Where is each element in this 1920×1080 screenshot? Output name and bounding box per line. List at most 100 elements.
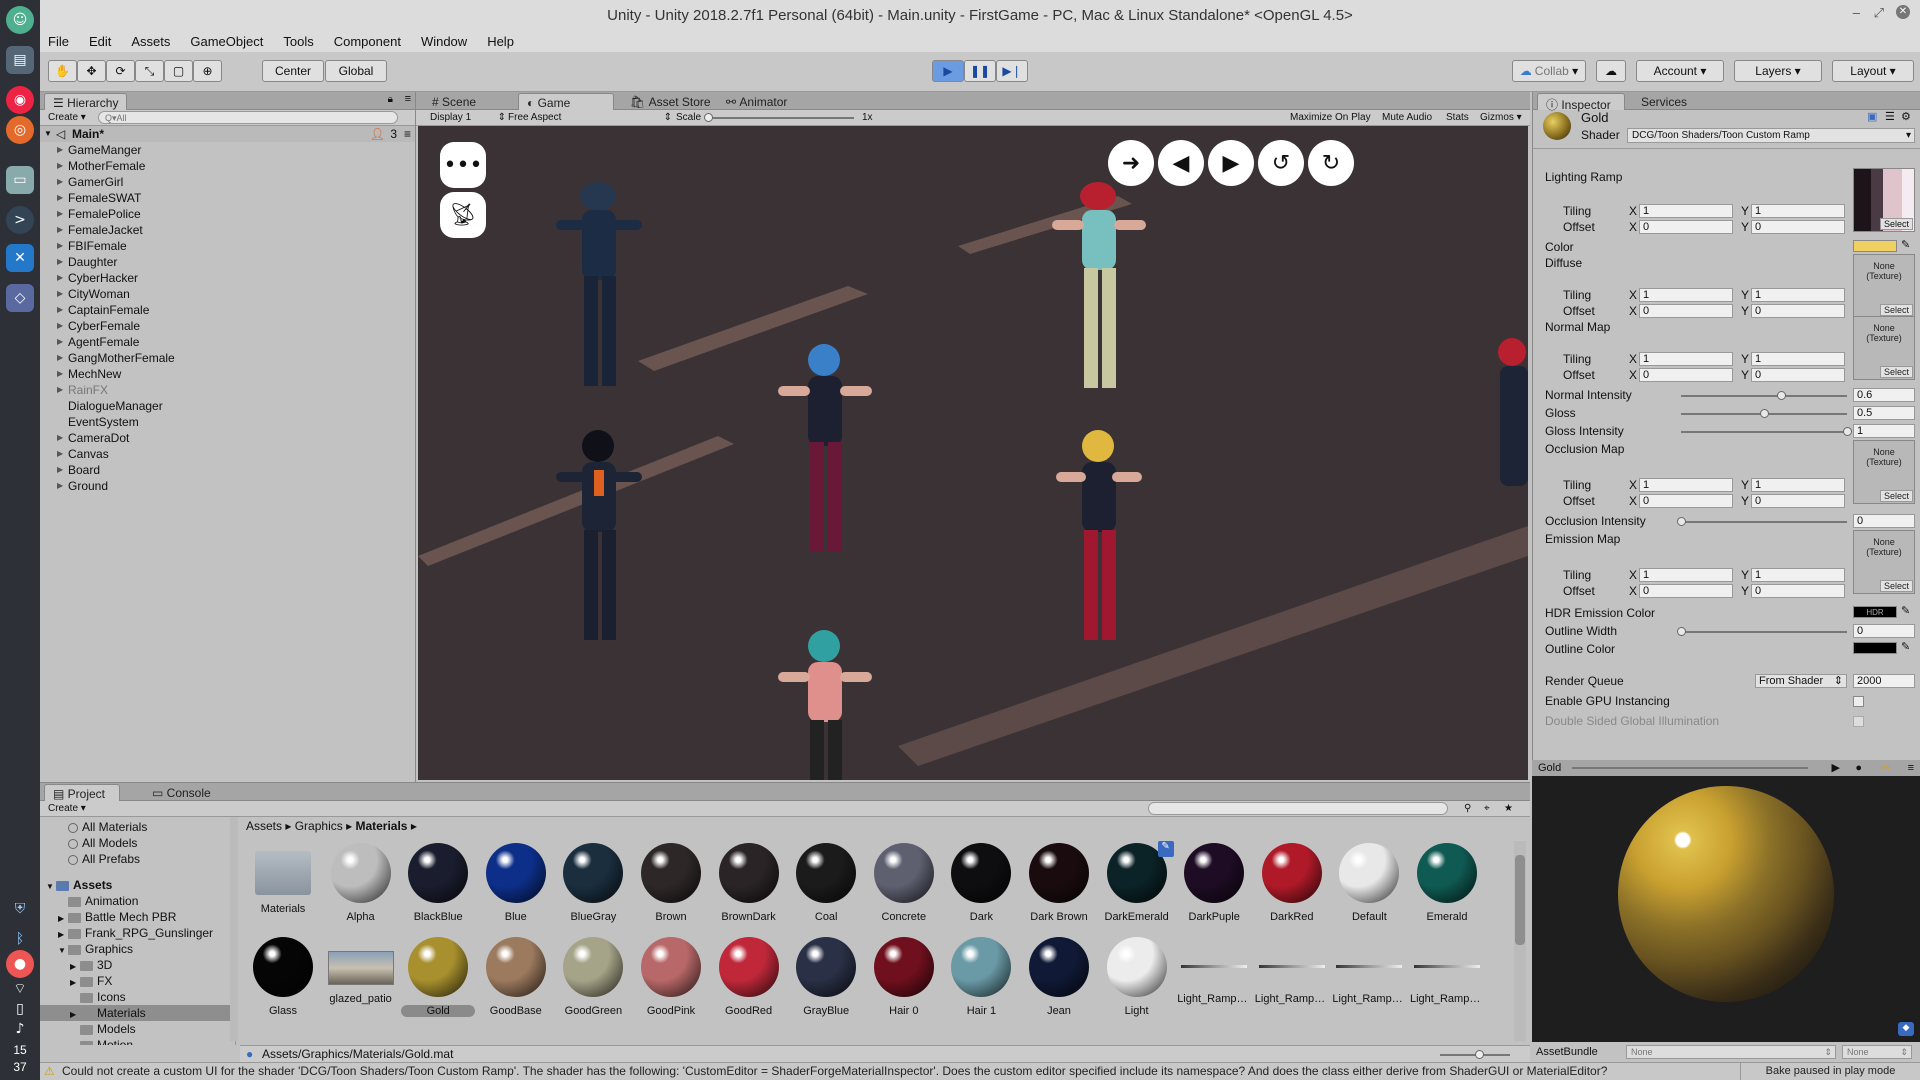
render-queue-value[interactable]: 2000 [1853, 674, 1915, 688]
panel-menu-icon[interactable]: ≡ [405, 93, 411, 105]
asset-item[interactable]: Hair 0 [867, 933, 941, 1029]
rotate-tool-icon[interactable]: ⟳ [106, 60, 135, 82]
character-blue-hair[interactable] [768, 336, 888, 579]
hierarchy-item[interactable]: ▶ Daughter [40, 254, 415, 270]
status-bar[interactable]: ⚠ Could not create a custom UI for the s… [40, 1062, 1920, 1080]
asset-item[interactable]: Dark Brown [1022, 839, 1096, 935]
expand-arrow-icon[interactable]: ▶ [57, 478, 63, 494]
favorite-item[interactable]: All Models [68, 835, 235, 851]
offset-y-field[interactable]: 0 [1751, 584, 1845, 598]
folder-tree-item[interactable]: Motion [40, 1037, 235, 1045]
texture-select-button[interactable]: Select [1879, 304, 1913, 316]
render-queue-dropdown[interactable]: From Shader ⇕ [1755, 674, 1847, 688]
gloss-value[interactable]: 0.5 [1853, 406, 1915, 420]
game-viewport[interactable]: ••• 📡︎ ➜ ◀ ▶ ↺ ↻ [418, 126, 1528, 780]
expand-arrow-icon[interactable]: ▶ [57, 254, 63, 270]
aspect-dropdown[interactable]: Free Aspect ⇕ [504, 111, 674, 125]
breadcrumb-graphics[interactable]: Graphics [295, 819, 343, 833]
scale-slider-knob[interactable] [704, 113, 713, 122]
asset-item[interactable]: Jean [1022, 933, 1096, 1029]
hierarchy-item[interactable]: ▶ GamerGirl [40, 174, 415, 190]
pivot-global-button[interactable]: Global [325, 60, 387, 82]
expand-arrow-icon[interactable]: ▼ [44, 126, 52, 142]
expand-arrow-icon[interactable]: ▶ [57, 350, 63, 366]
edit-icon[interactable]: ✎ [1157, 841, 1174, 857]
expand-arrow-icon[interactable]: ▶ [57, 382, 63, 398]
hierarchy-item[interactable]: EventSystem [40, 414, 415, 430]
hierarchy-item[interactable]: ▶ CyberFemale [40, 318, 415, 334]
files-icon[interactable]: ▤ [6, 46, 34, 74]
expand-arrow-icon[interactable]: ▶ [57, 334, 63, 350]
preview-sphere-icon[interactable]: ● [1855, 760, 1862, 776]
double-sided-gi-checkbox[interactable] [1853, 716, 1864, 727]
gloss-slider-knob[interactable] [1760, 409, 1769, 418]
folder-tree-item[interactable]: ▶ FX [40, 973, 235, 989]
hand-tool-icon[interactable]: ✋ [48, 60, 77, 82]
offset-x-field[interactable]: 0 [1639, 220, 1733, 234]
preview-menu-icon[interactable]: ≡ [1908, 760, 1914, 776]
favorite-icon[interactable]: ★ [1500, 802, 1517, 816]
texture-select-button[interactable]: Select [1879, 490, 1913, 502]
pivot-center-button[interactable]: Center [262, 60, 324, 82]
hierarchy-item[interactable]: ▶ FemaleSWAT [40, 190, 415, 206]
more-options-icon[interactable]: ••• [440, 142, 486, 188]
zoom-slider-knob[interactable] [1475, 1050, 1484, 1059]
character-red-cap[interactable] [1038, 176, 1158, 419]
play-button[interactable]: ▶ [932, 60, 964, 82]
tab-animator[interactable]: ⚯ Animator [718, 93, 795, 110]
chrome-icon[interactable]: ◉ [6, 86, 34, 114]
tab-hierarchy[interactable]: ☰ Hierarchy [44, 93, 128, 110]
menu-component[interactable]: Component [334, 34, 401, 49]
stats-toggle[interactable]: Stats [1442, 111, 1473, 125]
normal-intensity-value[interactable]: 0.6 [1853, 388, 1915, 402]
lock-icon[interactable]: 🔒︎ [388, 94, 393, 105]
expand-arrow-icon[interactable]: ▶ [57, 270, 63, 286]
project-create-button[interactable]: Create ▾ [44, 802, 90, 816]
hierarchy-search-input[interactable] [98, 111, 398, 124]
hierarchy-item[interactable]: ▶ Canvas [40, 446, 415, 462]
hierarchy-item[interactable]: ▶ MotherFemale [40, 158, 415, 174]
asset-item[interactable]: BlueGray [556, 839, 630, 935]
expand-arrow-icon[interactable]: ▶ [57, 430, 63, 446]
assetbundle-dropdown[interactable]: None ⇕ [1626, 1045, 1836, 1059]
breadcrumb-assets[interactable]: Assets [246, 819, 282, 833]
hierarchy-item[interactable]: ▶ MechNew [40, 366, 415, 382]
scene-row[interactable]: ▼ ◁ Main* 👤︎ 3 ≡ [40, 126, 415, 142]
expand-arrow-icon[interactable]: ▶ [57, 318, 63, 334]
expand-arrow-icon[interactable]: ▶ [57, 174, 63, 190]
offset-y-field[interactable]: 0 [1751, 368, 1845, 382]
next-icon[interactable]: ▶ [1208, 140, 1254, 186]
close-icon[interactable]: ✕ [1896, 5, 1910, 19]
asset-item[interactable]: Light_Ramp_... [1177, 933, 1251, 1029]
gloss-intensity-slider[interactable] [1681, 431, 1847, 433]
music-icon[interactable]: ♪ [6, 1015, 34, 1043]
tiling-x-field[interactable]: 1 [1639, 568, 1733, 582]
asset-item[interactable]: Light [1100, 933, 1174, 1029]
tab-scene[interactable]: # Scene [424, 93, 484, 110]
folder-tree-item[interactable]: ▶ Materials [40, 1005, 235, 1021]
expand-arrow-icon[interactable]: ▶ [57, 206, 63, 222]
normal-intensity-slider-knob[interactable] [1776, 391, 1786, 400]
gizmos-dropdown[interactable]: Gizmos ▾ [1476, 111, 1526, 125]
vscode-icon[interactable]: ✕ [6, 244, 34, 272]
favorite-item[interactable]: All Materials [68, 819, 235, 835]
tiling-x-field[interactable]: 1 [1639, 204, 1733, 218]
occlusion-texture-slot[interactable]: None (Texture) Select [1853, 440, 1915, 504]
material-preview-sphere[interactable] [1618, 786, 1834, 1002]
tiling-y-field[interactable]: 1 [1751, 204, 1845, 218]
gloss-intensity-slider-knob[interactable] [1843, 427, 1852, 436]
offset-y-field[interactable]: 0 [1751, 494, 1845, 508]
texture-select-button[interactable]: Select [1879, 366, 1913, 378]
tab-game[interactable]: ◐ Game [518, 93, 614, 110]
asset-item[interactable]: GoodBase [479, 933, 553, 1029]
shield-icon[interactable]: ⛨ [6, 895, 34, 923]
asset-item[interactable]: Materials [246, 839, 320, 935]
favorite-item[interactable]: All Prefabs [68, 851, 235, 867]
asset-item[interactable]: Coal [789, 839, 863, 935]
hierarchy-item[interactable]: ▶ CameraDot [40, 430, 415, 446]
offset-x-field[interactable]: 0 [1639, 368, 1733, 382]
offset-y-field[interactable]: 0 [1751, 304, 1845, 318]
outline-color-swatch[interactable] [1853, 642, 1897, 654]
hierarchy-item[interactable]: ▶ FemalePolice [40, 206, 415, 222]
asset-item[interactable]: Concrete [867, 839, 941, 935]
